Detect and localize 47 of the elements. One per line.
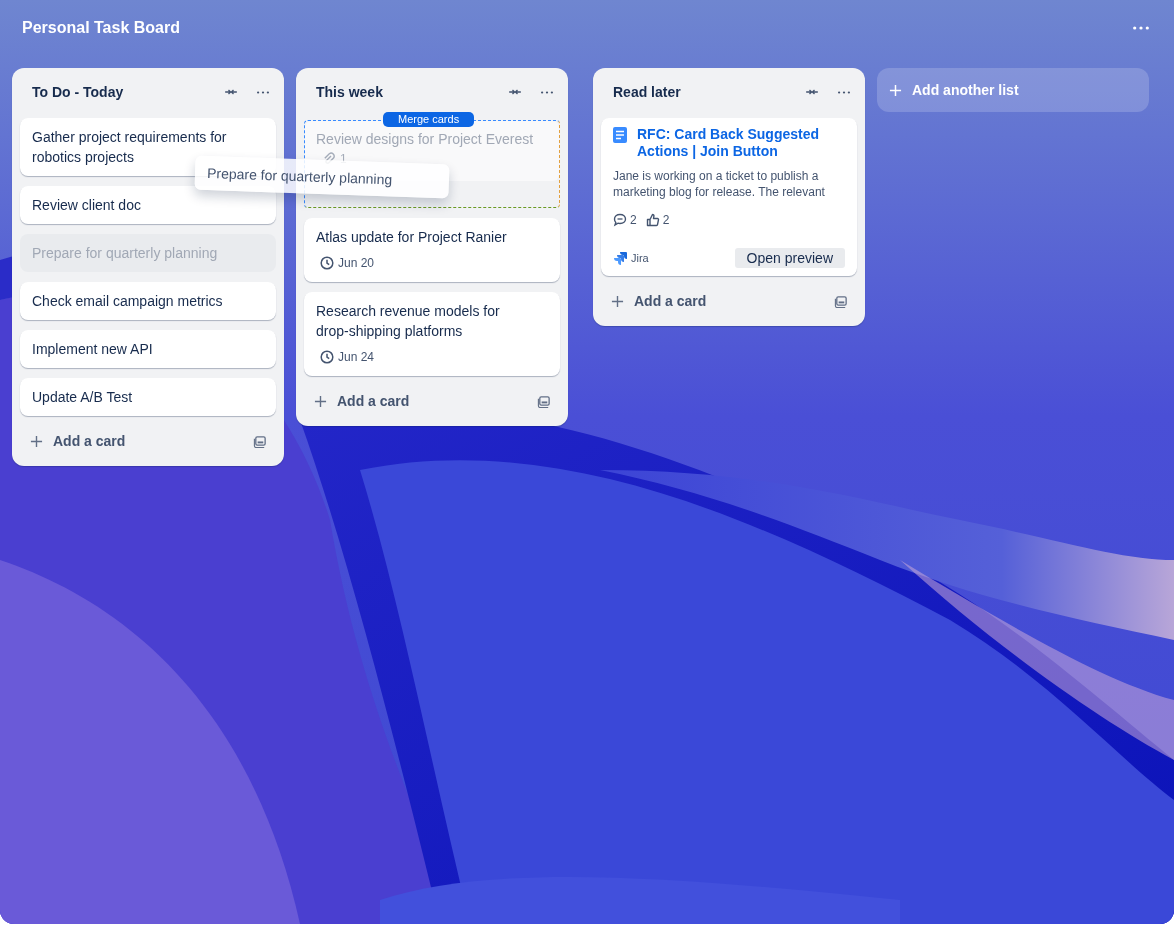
more-icon[interactable] [837, 89, 851, 95]
collapse-icon[interactable] [805, 87, 819, 97]
more-icon[interactable] [1132, 25, 1150, 31]
task-card[interactable]: Review client doc [20, 186, 276, 224]
attachment-count: 1 [340, 152, 347, 166]
board-title: Personal Task Board [22, 19, 180, 37]
due-date: Jun 20 [338, 255, 375, 272]
card-description: Jane is working on a ticket to publish a marketing blog for release. The relevant [613, 168, 826, 200]
plus-icon [30, 434, 43, 448]
link-title[interactable]: RFC: Card Back Suggested Actions | Join Button [637, 126, 845, 160]
task-card[interactable]: Update A/B Test [20, 378, 276, 416]
source-label: Jira [631, 251, 650, 266]
like-count: 2 [662, 212, 670, 229]
plus-icon [889, 83, 902, 97]
card-title: Atlas update for Project Ranier [316, 228, 508, 247]
link-card[interactable]: RFC: Card Back Suggested Actions | Join Button Jane is working on a ticket to publish a marketing blog for release. The relevant 2 2 Jira Open preview [601, 118, 857, 276]
template-icon[interactable] [253, 434, 267, 448]
collapse-icon[interactable] [224, 87, 238, 97]
task-card[interactable]: Check email campaign metrics [20, 282, 276, 320]
add-card-button[interactable]: Add a card [312, 389, 412, 413]
task-card[interactable]: Implement new API [20, 330, 276, 368]
template-icon[interactable] [537, 394, 551, 408]
card-title: Research revenue models for drop-shipping platforms [316, 302, 501, 341]
thumbs-up-icon [645, 213, 660, 227]
plus-icon [611, 294, 624, 308]
comment-count: 2 [630, 212, 637, 229]
plus-icon [314, 394, 327, 408]
template-icon[interactable] [834, 294, 848, 308]
collapse-icon[interactable] [508, 87, 522, 97]
document-icon [613, 127, 627, 143]
task-card[interactable]: Research revenue models for drop-shipping platforms Jun 24 [304, 292, 560, 376]
add-card-button[interactable]: Add a card [28, 429, 128, 453]
clock-icon [320, 350, 334, 364]
task-card[interactable]: Atlas update for Project Ranier Jun 20 [304, 218, 560, 282]
more-icon[interactable] [256, 89, 270, 95]
due-date: Jun 24 [338, 349, 375, 366]
card-title: Review designs for Project Everest [316, 130, 535, 149]
merge-badge: Merge cards [383, 112, 475, 127]
jira-logo-icon [613, 251, 627, 265]
add-card-button[interactable]: Add a card [609, 289, 709, 313]
open-preview-button[interactable]: Open preview [734, 248, 845, 268]
list-title[interactable]: Read later [613, 84, 787, 100]
comment-icon [613, 213, 627, 227]
list-title[interactable]: This week [316, 84, 490, 100]
clock-icon [320, 256, 334, 270]
list-title[interactable]: To Do - Today [32, 84, 206, 100]
more-icon[interactable] [540, 89, 554, 95]
